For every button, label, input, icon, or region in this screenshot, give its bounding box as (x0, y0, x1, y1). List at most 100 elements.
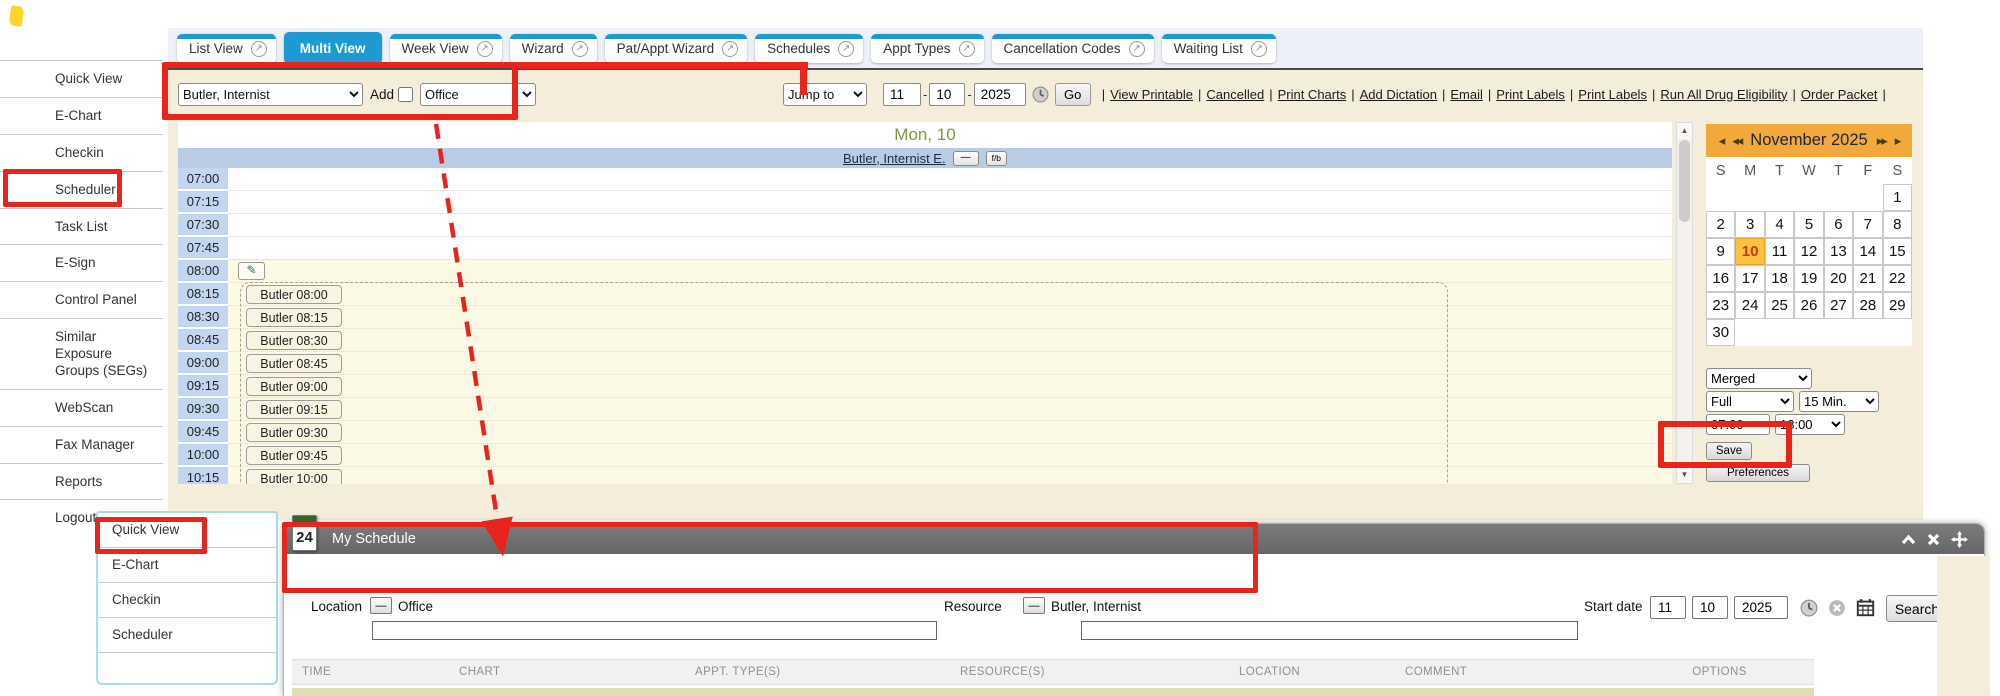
move-icon[interactable] (1951, 531, 1968, 548)
tab-schedules[interactable]: Schedules ↗ (755, 34, 863, 63)
calendar-day[interactable]: 2 (1706, 211, 1735, 238)
tab-pat-appt-wizard[interactable]: Pat/Appt Wizard ↗ (605, 34, 748, 63)
sidebar-item-scheduler[interactable]: Scheduler (98, 618, 276, 653)
sidebar-item-reports[interactable]: Reports (0, 463, 163, 500)
start-time-select[interactable]: 07:00 (1706, 414, 1770, 435)
calendar-day[interactable]: 6 (1824, 211, 1853, 238)
slot-button[interactable]: Butler 08:30 (246, 331, 342, 350)
calendar-day[interactable]: 15 (1883, 238, 1912, 265)
next-year-icon[interactable]: ▸▸ (1877, 133, 1886, 149)
slot-cell[interactable] (228, 168, 1672, 191)
fb-button[interactable]: f/b (986, 151, 1007, 166)
slot-cell[interactable] (228, 352, 1672, 375)
next-month-icon[interactable]: ▸ (1895, 133, 1900, 149)
slot-cell[interactable] (228, 191, 1672, 214)
slot-cell[interactable] (228, 214, 1672, 237)
calendar-day[interactable]: 26 (1794, 292, 1823, 319)
external-link-icon[interactable]: ↗ (477, 41, 493, 57)
calendar-day[interactable]: 20 (1824, 265, 1853, 292)
slot-cell[interactable] (228, 260, 1672, 283)
slot-button[interactable]: Butler 09:45 (246, 446, 342, 465)
calendar-day[interactable]: 11 (1765, 238, 1794, 265)
calendar-day[interactable]: 16 (1706, 265, 1735, 292)
table-row[interactable]: 1:49 PM Acardi, Sergio Office Visit Init… (292, 688, 1814, 696)
clear-date-icon[interactable] (1828, 599, 1846, 617)
resource-filter-input[interactable] (1081, 621, 1578, 640)
year-input[interactable] (974, 83, 1026, 106)
location-minimize-button[interactable]: — (370, 597, 392, 614)
resource-link[interactable]: Butler, Internist E. (843, 151, 946, 166)
scrollbar-thumb[interactable] (1679, 140, 1690, 222)
external-link-icon[interactable]: ↗ (959, 41, 975, 57)
calendar-day[interactable]: 8 (1883, 211, 1912, 238)
link-view-printable[interactable]: View Printable (1110, 87, 1193, 102)
add-checkbox[interactable] (398, 87, 413, 102)
sidebar-item-fax-manager[interactable]: Fax Manager (0, 426, 163, 463)
slot-cell[interactable] (228, 306, 1672, 329)
prev-year-icon[interactable]: ◂◂ (1732, 133, 1741, 149)
zoom-select[interactable]: Full (1706, 391, 1794, 412)
grid-scrollbar[interactable]: ▲ ▼ (1676, 122, 1693, 484)
merge-mode-select[interactable]: Merged (1706, 368, 1812, 389)
external-link-icon[interactable]: ↗ (722, 41, 738, 57)
slot-cell[interactable] (228, 237, 1672, 260)
go-button[interactable]: Go (1055, 83, 1091, 106)
calendar-day[interactable]: 21 (1853, 265, 1882, 292)
tab-week-view[interactable]: Week View ↗ (390, 34, 502, 63)
end-time-select[interactable]: 18:00 (1775, 414, 1845, 435)
calendar-day[interactable]: 27 (1824, 292, 1853, 319)
calendar-day[interactable]: 3 (1735, 211, 1764, 238)
sidebar-item-task-list[interactable]: Task List (0, 208, 163, 245)
interval-select[interactable]: 15 Min. (1799, 391, 1879, 412)
slot-button[interactable]: Butler 09:00 (246, 377, 342, 396)
sidebar-item-checkin[interactable]: Checkin (0, 134, 163, 171)
calendar-day[interactable]: 1 (1883, 184, 1912, 211)
edit-schedule-icon[interactable]: ✎ (238, 262, 265, 280)
slot-cell[interactable] (228, 375, 1672, 398)
start-year-input[interactable] (1734, 596, 1788, 619)
calendar-day[interactable]: 30 (1706, 319, 1735, 346)
slot-button[interactable]: Butler 08:00 (246, 285, 342, 304)
sidebar-item-quick-view[interactable]: Quick View (98, 513, 276, 548)
calendar-day[interactable]: 14 (1853, 238, 1882, 265)
tab-appt-types[interactable]: Appt Types ↗ (871, 34, 983, 63)
slot-cell[interactable] (228, 444, 1672, 467)
scroll-up-icon[interactable]: ▲ (1677, 123, 1692, 139)
tab-waiting-list[interactable]: Waiting List ↗ (1162, 34, 1276, 63)
link-cancelled[interactable]: Cancelled (1206, 87, 1264, 102)
link-run-drug-eligibility[interactable]: Run All Drug Eligibility (1660, 87, 1787, 102)
sidebar-item-e-chart[interactable]: E-Chart (98, 548, 276, 583)
calendar-day[interactable]: 4 (1765, 211, 1794, 238)
save-button[interactable]: Save (1706, 442, 1752, 460)
start-month-input[interactable] (1650, 596, 1686, 619)
calendar-day[interactable]: 17 (1735, 265, 1764, 292)
collapse-icon[interactable] (1901, 534, 1916, 545)
jump-to-select[interactable]: Jump to (783, 83, 867, 106)
sidebar-item-control-panel[interactable]: Control Panel (0, 281, 163, 318)
resource-minimize-button[interactable]: — (1023, 597, 1045, 614)
slot-button[interactable]: Butler 08:15 (246, 308, 342, 327)
calendar-day[interactable]: 29 (1883, 292, 1912, 319)
tab-wizard[interactable]: Wizard ↗ (510, 34, 597, 63)
calendar-day[interactable]: 19 (1794, 265, 1823, 292)
calendar-day[interactable]: 9 (1706, 238, 1735, 265)
sidebar-item-segs[interactable]: Similar Exposure Groups (SEGs) (0, 318, 163, 389)
sidebar-item-e-sign[interactable]: E-Sign (0, 244, 163, 281)
link-email[interactable]: Email (1450, 87, 1483, 102)
slot-cell[interactable] (228, 329, 1672, 352)
slot-button[interactable]: Butler 09:30 (246, 423, 342, 442)
link-add-dictation[interactable]: Add Dictation (1360, 87, 1437, 102)
sidebar-item-webscan[interactable]: WebScan (0, 389, 163, 426)
external-link-icon[interactable]: ↗ (251, 41, 267, 57)
preferences-button[interactable]: Preferences (1706, 464, 1810, 482)
external-link-icon[interactable]: ↗ (838, 41, 854, 57)
start-day-input[interactable] (1692, 596, 1728, 619)
tab-list-view[interactable]: List View ↗ (177, 34, 276, 63)
sidebar-item-scheduler[interactable]: Scheduler (0, 171, 163, 208)
tab-multi-view[interactable]: Multi View (284, 32, 382, 64)
sidebar-item-quick-view[interactable]: Quick View (0, 60, 163, 97)
sidebar-item-e-chart[interactable]: E-Chart (0, 97, 163, 134)
external-link-icon[interactable]: ↗ (1129, 41, 1145, 57)
calendar-day[interactable]: 5 (1794, 211, 1823, 238)
calendar-day[interactable]: 28 (1853, 292, 1882, 319)
